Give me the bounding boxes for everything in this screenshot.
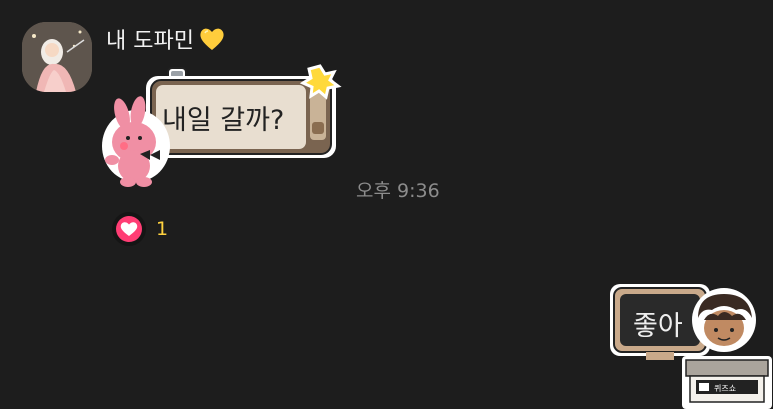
heart-reaction-icon [112, 212, 146, 246]
incoming-message-text: 내일 갈까? [162, 105, 285, 136]
yellow-heart-icon [200, 28, 224, 50]
message-timestamp: 오후 9:36 [356, 180, 440, 202]
sender-name-row: 내 도파민 [106, 22, 226, 56]
sticker-sign-text: 퀴즈쇼 [714, 383, 736, 393]
outgoing-message-text: 좋아 [633, 311, 683, 342]
sender-avatar[interactable] [22, 22, 92, 92]
outgoing-message-bubble[interactable]: 퀴즈쇼 좋아 [606, 284, 773, 409]
sender-name: 내 도파민 [106, 29, 194, 54]
heart-reaction[interactable]: 1 [110, 210, 168, 248]
incoming-message-bubble[interactable]: 내일 갈까? [98, 62, 344, 190]
reaction-count: 1 [156, 218, 169, 240]
